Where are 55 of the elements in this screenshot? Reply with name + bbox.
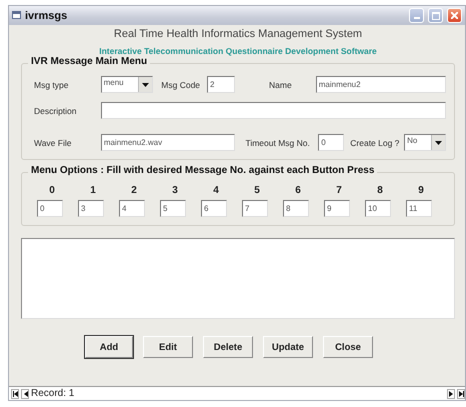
key-label: 8 [376, 185, 384, 196]
input-field[interactable]: 4 [119, 200, 145, 217]
record-indicator: Record: 1 [31, 388, 74, 399]
key-label: 2 [130, 185, 138, 196]
maximize-button[interactable] [428, 8, 443, 23]
field-label: Create Log ? [350, 138, 400, 148]
form-button[interactable]: Add [85, 336, 133, 358]
key-label: 4 [212, 185, 220, 196]
app-icon [12, 10, 21, 20]
input-field[interactable]: mainmenu2 [316, 76, 446, 93]
input-field[interactable]: 3 [78, 200, 104, 217]
key-label: 9 [417, 185, 425, 196]
input-field[interactable]: 0 [37, 200, 63, 217]
field-label: Description [34, 106, 78, 116]
input-field[interactable]: 0 [318, 134, 344, 151]
app-title: Real Time Health Informatics Management System [112, 28, 364, 40]
app-subtitle: Interactive Telecommunication Questionnaire Development Software [98, 46, 378, 56]
field-label: Timeout Msg No. [245, 138, 311, 148]
field-label: Name [269, 80, 293, 90]
group-legend: Menu Options : Fill with desired Message No. against each Button Press [28, 165, 378, 176]
dropdown[interactable]: menu [100, 76, 154, 93]
field-label: Wave File [34, 138, 72, 148]
close-icon [451, 12, 458, 19]
window-title: ivrmsgs [25, 10, 68, 22]
field-label: Msg type [34, 80, 70, 90]
group-legend: IVR Message Main Menu [28, 56, 150, 67]
key-label: 3 [171, 185, 179, 196]
maximize-icon [432, 12, 440, 20]
input-field[interactable]: 10 [365, 200, 391, 217]
form-button[interactable]: Delete [203, 336, 253, 358]
input-field[interactable]: mainmenu2.wav [100, 134, 236, 151]
input-field[interactable]: 9 [324, 200, 350, 217]
form-button[interactable]: Close [323, 336, 373, 358]
key-label: 6 [294, 185, 302, 196]
input-field[interactable]: 6 [201, 200, 227, 217]
form-button[interactable]: Edit [143, 336, 193, 358]
input-field[interactable]: 11 [406, 200, 432, 217]
key-label: 7 [335, 185, 343, 196]
first-record-icon[interactable] [11, 388, 19, 398]
dropdown[interactable]: No [404, 134, 446, 151]
minimize-button[interactable] [409, 8, 424, 23]
key-label: 0 [48, 185, 56, 196]
field-label: Msg Code [161, 80, 202, 90]
key-label: 5 [253, 185, 261, 196]
key-label: 1 [89, 185, 97, 196]
form-button[interactable]: Update [263, 336, 313, 358]
input-field[interactable]: 5 [160, 200, 186, 217]
last-record-icon[interactable] [457, 388, 465, 398]
input-field[interactable]: 2 [207, 76, 236, 93]
next-record-icon[interactable] [447, 388, 455, 398]
close-button[interactable] [447, 8, 462, 23]
input-field[interactable]: 7 [242, 200, 268, 217]
input-field[interactable] [100, 102, 446, 119]
input-field[interactable]: 8 [283, 200, 309, 217]
previous-record-icon[interactable] [21, 388, 29, 398]
